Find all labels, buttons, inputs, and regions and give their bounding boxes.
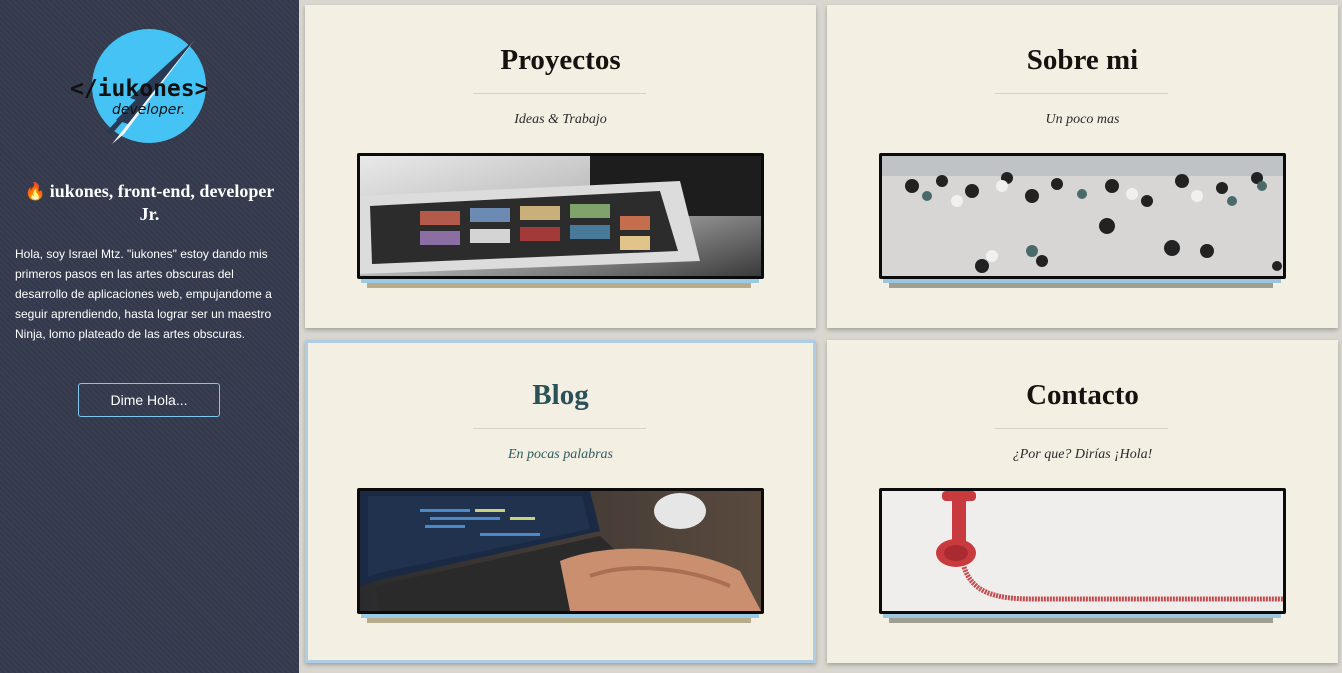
svg-text:</iukones>: </iukones> bbox=[70, 76, 208, 102]
card-title: Sobre mi bbox=[1026, 44, 1139, 76]
hands-typing-laptop-photo bbox=[357, 488, 764, 614]
card-sobre-mi[interactable]: Sobre mi Un poco mas bbox=[827, 5, 1338, 328]
card-image[interactable] bbox=[879, 488, 1286, 628]
card-subtitle: Un poco mas bbox=[1045, 112, 1120, 127]
card-title: Contacto bbox=[1026, 379, 1139, 411]
card-blog[interactable]: Blog En pocas palabras bbox=[305, 340, 816, 663]
card-divider bbox=[473, 428, 646, 429]
sidebar-bio: Hola, soy Israel Mtz. "iukones" estoy da… bbox=[15, 247, 272, 341]
fire-icon: 🔥 bbox=[24, 182, 46, 201]
card-divider bbox=[995, 428, 1168, 429]
card-image[interactable] bbox=[879, 153, 1286, 293]
card-contacto[interactable]: Contacto ¿Por que? Dirías ¡Hola! bbox=[827, 340, 1338, 663]
card-divider bbox=[473, 93, 646, 94]
card-title: Blog bbox=[532, 379, 589, 411]
people-in-office-photo bbox=[879, 153, 1286, 279]
iukones-logo[interactable]: </iukones> developer. bbox=[70, 28, 230, 146]
card-image[interactable] bbox=[357, 153, 764, 293]
sidebar-title: 🔥 iukones, front-end, developer Jr. bbox=[20, 180, 279, 226]
card-title: Proyectos bbox=[500, 44, 621, 76]
red-telephone-handset-photo bbox=[879, 488, 1286, 614]
card-divider bbox=[995, 93, 1168, 94]
card-subtitle: Ideas & Trabajo bbox=[514, 112, 607, 127]
rocket-logo-icon: </iukones> developer. bbox=[70, 29, 208, 144]
sidebar-title-text: iukones, front-end, developer Jr. bbox=[49, 181, 275, 224]
sidebar: </iukones> developer. 🔥 iukones, front-en… bbox=[0, 0, 299, 673]
tablet-on-laptop-photo bbox=[357, 153, 764, 279]
card-subtitle: ¿Por que? Dirías ¡Hola! bbox=[1012, 447, 1153, 462]
card-proyectos[interactable]: Proyectos Ideas & Trabajo bbox=[305, 5, 816, 328]
svg-text:developer.: developer. bbox=[112, 102, 185, 118]
card-image[interactable] bbox=[357, 488, 764, 628]
card-subtitle: En pocas palabras bbox=[508, 447, 613, 462]
say-hello-button[interactable]: Dime Hola... bbox=[78, 383, 220, 417]
